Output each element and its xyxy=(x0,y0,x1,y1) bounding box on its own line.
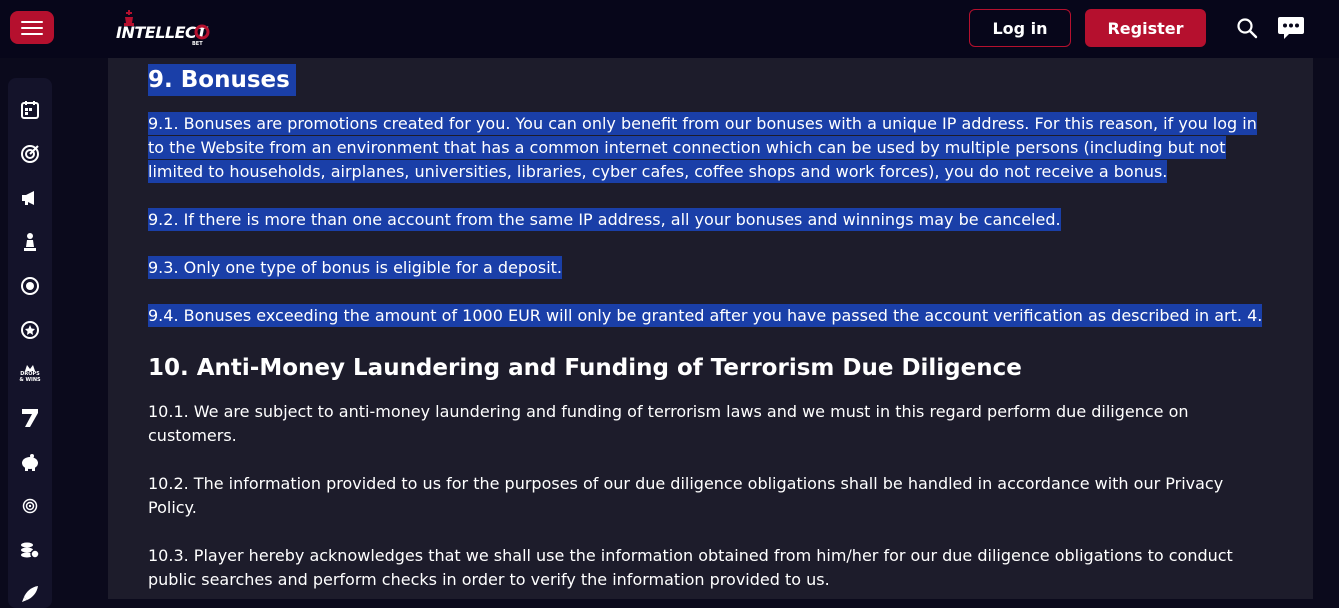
paragraph: 9.2. If there is more than one account f… xyxy=(148,208,1268,232)
paragraph-9-1: 9.1. Bonuses are promotions created for … xyxy=(148,112,1257,183)
menu-line xyxy=(21,20,43,23)
paragraph: 9.4. Bonuses exceeding the amount of 100… xyxy=(148,304,1268,328)
roulette-icon[interactable] xyxy=(18,274,42,298)
paragraph-9-2: 9.2. If there is more than one account f… xyxy=(148,208,1061,231)
paragraph-10-3: 10.3. Player hereby acknowledges that we… xyxy=(148,546,1233,589)
logo-ring-icon xyxy=(194,24,210,40)
menu-line xyxy=(21,26,43,29)
paragraph-9-3: 9.3. Only one type of bonus is eligible … xyxy=(148,256,562,279)
chess-icon[interactable] xyxy=(18,230,42,254)
search-icon[interactable] xyxy=(1236,17,1258,39)
section-10-title: 10. Anti-Money Laundering and Funding of… xyxy=(148,355,1022,381)
target-icon[interactable] xyxy=(18,142,42,166)
star-coin-icon[interactable] xyxy=(18,318,42,342)
coins-icon[interactable] xyxy=(18,538,42,562)
chat-icon[interactable] xyxy=(1277,15,1305,41)
drops-wins-label: DROPS & WINS xyxy=(19,371,41,383)
top-bar: INTELLECT BET Log in Register xyxy=(0,0,1339,58)
terms-content-panel: 9. Bonuses 9.1. Bonuses are promotions c… xyxy=(108,58,1313,599)
hamburger-menu-button[interactable] xyxy=(10,11,54,44)
rocket-icon[interactable] xyxy=(18,582,42,606)
paragraph-10-2: 10.2. The information provided to us for… xyxy=(148,474,1224,517)
calendar-icon[interactable] xyxy=(18,98,42,122)
paragraph: 9.3. Only one type of bonus is eligible … xyxy=(148,256,1268,280)
section-heading: 9. Bonuses xyxy=(148,64,1268,96)
sidebar: DROPS & WINS xyxy=(8,78,52,608)
menu-line xyxy=(21,32,43,35)
register-button[interactable]: Register xyxy=(1085,9,1206,47)
logo-subtext: BET xyxy=(192,41,203,47)
logo[interactable]: INTELLECT BET xyxy=(116,10,212,48)
login-button[interactable]: Log in xyxy=(969,9,1071,47)
drops-wins-icon[interactable]: DROPS & WINS xyxy=(18,362,42,386)
seven-icon[interactable] xyxy=(18,406,42,430)
paragraph-9-4: 9.4. Bonuses exceeding the amount of 100… xyxy=(148,304,1263,327)
paragraph: 9.1. Bonuses are promotions created for … xyxy=(148,112,1268,184)
paragraph-10-1: 10.1. We are subject to anti-money laund… xyxy=(148,402,1189,445)
piggy-bank-icon[interactable] xyxy=(18,450,42,474)
terms-document: 9. Bonuses 9.1. Bonuses are promotions c… xyxy=(148,64,1268,592)
megaphone-icon[interactable] xyxy=(18,186,42,210)
radar-icon[interactable] xyxy=(18,494,42,518)
section-9-title: 9. Bonuses xyxy=(148,64,296,96)
